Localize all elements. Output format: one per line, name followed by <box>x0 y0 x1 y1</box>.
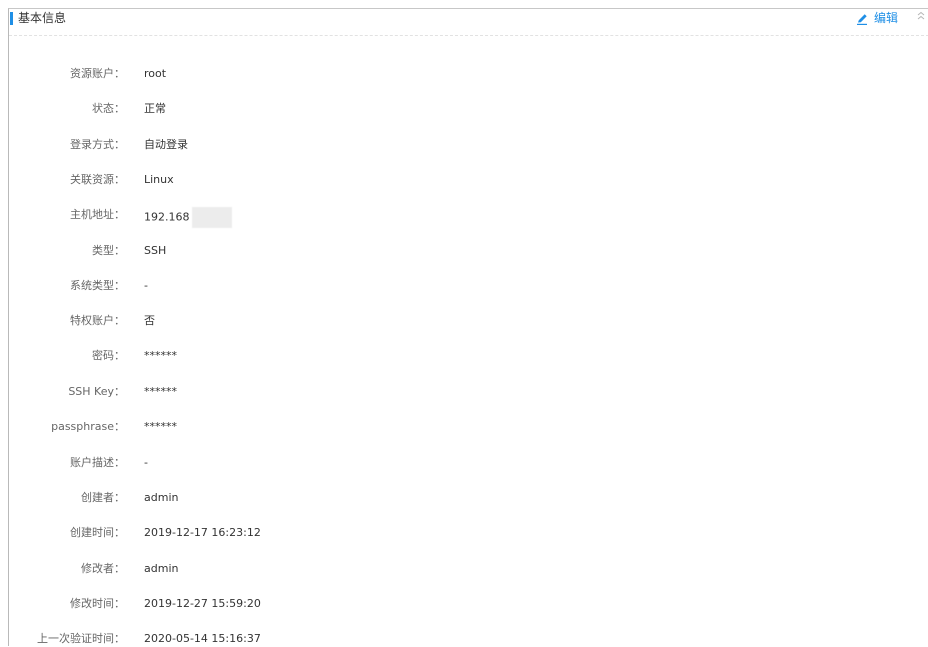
field-value: 2019-12-17 16:23:12 <box>144 526 261 539</box>
field-value: ****** <box>144 385 177 398</box>
field-label: 关联资源： <box>70 173 125 186</box>
field-value: 否 <box>144 314 155 327</box>
field-row-type: 类型： SSH <box>9 243 609 259</box>
basic-info-panel: 基本信息 编辑 资源账户： root 状态： 正常 登录方式： 自动登录 关联资… <box>8 8 928 646</box>
field-label: 创建者： <box>81 491 125 504</box>
field-row-created-time: 创建时间： 2019-12-17 16:23:12 <box>9 525 609 541</box>
field-value: root <box>144 67 167 80</box>
title-accent-bar <box>10 12 13 25</box>
field-value: 自动登录 <box>144 138 188 151</box>
field-value: - <box>144 456 148 469</box>
field-row-ssh-key: SSH Key： ****** <box>9 384 609 400</box>
edit-pencil-icon <box>855 11 869 25</box>
field-row-account-description: 账户描述： - <box>9 455 609 471</box>
host-address-text: 192.168 <box>144 210 190 224</box>
field-row-host-address: 主机地址： 192.168 <box>9 207 609 228</box>
field-value: 2020-05-14 15:16:37 <box>144 632 261 645</box>
field-label: 创建时间： <box>70 526 125 539</box>
double-chevron-up-icon[interactable] <box>917 11 925 26</box>
field-label: 修改者： <box>81 562 125 575</box>
field-row-system-type: 系统类型： - <box>9 278 609 294</box>
field-label: SSH Key： <box>68 385 125 398</box>
field-label: 上一次验证时间： <box>37 632 125 645</box>
field-value: ****** <box>144 420 177 433</box>
field-row-resource-account: 资源账户： root <box>9 66 609 82</box>
field-row-login-method: 登录方式： 自动登录 <box>9 137 609 153</box>
field-row-privileged-account: 特权账户： 否 <box>9 313 609 329</box>
field-row-status: 状态： 正常 <box>9 101 609 117</box>
field-label: 密码： <box>92 349 125 362</box>
field-row-modified-time: 修改时间： 2019-12-27 15:59:20 <box>9 596 609 612</box>
redacted-block <box>191 207 232 228</box>
field-row-creator: 创建者： admin <box>9 490 609 506</box>
field-label: 主机地址： <box>70 208 125 221</box>
field-value: ****** <box>144 349 177 362</box>
field-value: admin <box>144 491 179 504</box>
edit-button-label: 编辑 <box>874 10 899 25</box>
field-label: 类型： <box>92 244 125 257</box>
field-label: 资源账户： <box>70 67 125 80</box>
field-label: 登录方式： <box>70 138 125 151</box>
field-label: 账户描述： <box>70 456 125 469</box>
field-value: SSH <box>144 244 167 257</box>
panel-title: 基本信息 <box>18 11 67 25</box>
field-value: 2019-12-27 15:59:20 <box>144 597 261 610</box>
edit-button[interactable]: 编辑 <box>855 10 898 26</box>
field-value: - <box>144 279 148 292</box>
field-value-host: 192.168 <box>144 207 232 228</box>
field-row-last-verified-time: 上一次验证时间： 2020-05-14 15:16:37 <box>9 631 609 647</box>
field-value: Linux <box>144 173 174 186</box>
field-row-passphrase: passphrase： ****** <box>9 419 609 435</box>
field-label: 系统类型： <box>70 279 125 292</box>
field-row-related-resource: 关联资源： Linux <box>9 172 609 188</box>
field-label: 特权账户： <box>70 314 125 327</box>
field-label: passphrase： <box>51 420 125 433</box>
field-row-password: 密码： ****** <box>9 348 609 364</box>
field-value: 正常 <box>144 102 166 115</box>
field-label: 修改时间： <box>70 597 125 610</box>
field-row-modifier: 修改者： admin <box>9 561 609 577</box>
panel-header: 基本信息 编辑 <box>9 9 928 36</box>
field-value: admin <box>144 562 179 575</box>
field-label: 状态： <box>92 102 125 115</box>
